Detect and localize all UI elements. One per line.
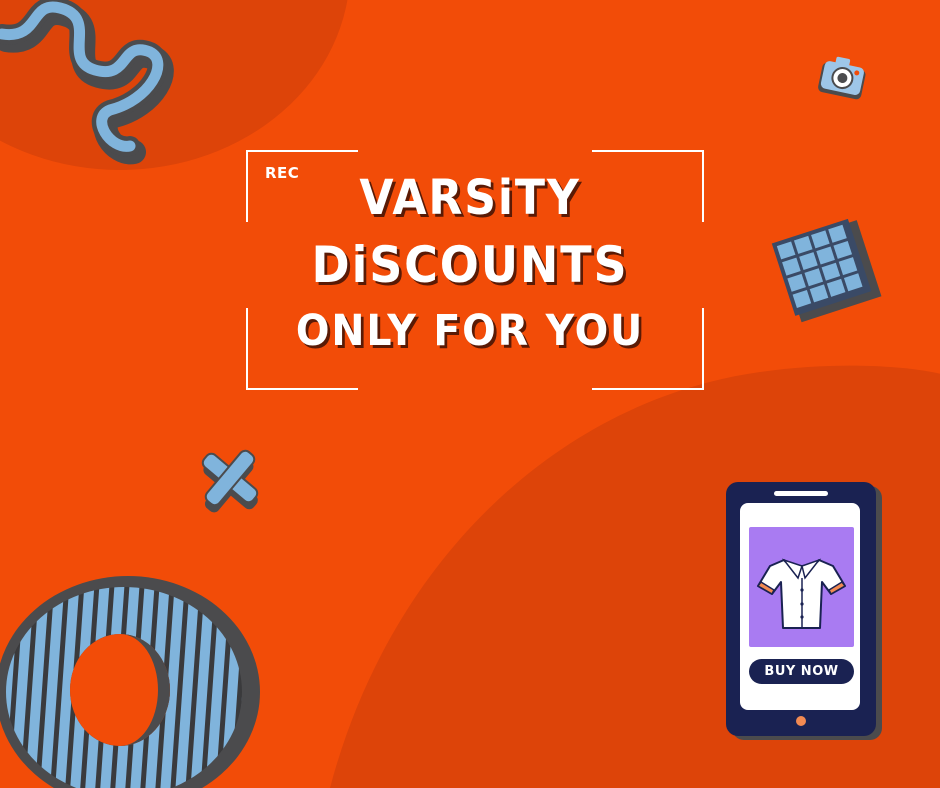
phone-home-button — [796, 716, 806, 726]
promo-banner: REC VARSiTY DiSCOUNTS ONLY FOR YOU BUY N… — [0, 0, 940, 788]
phone-speaker — [774, 491, 828, 496]
buy-now-button[interactable]: BUY NOW — [749, 659, 854, 684]
